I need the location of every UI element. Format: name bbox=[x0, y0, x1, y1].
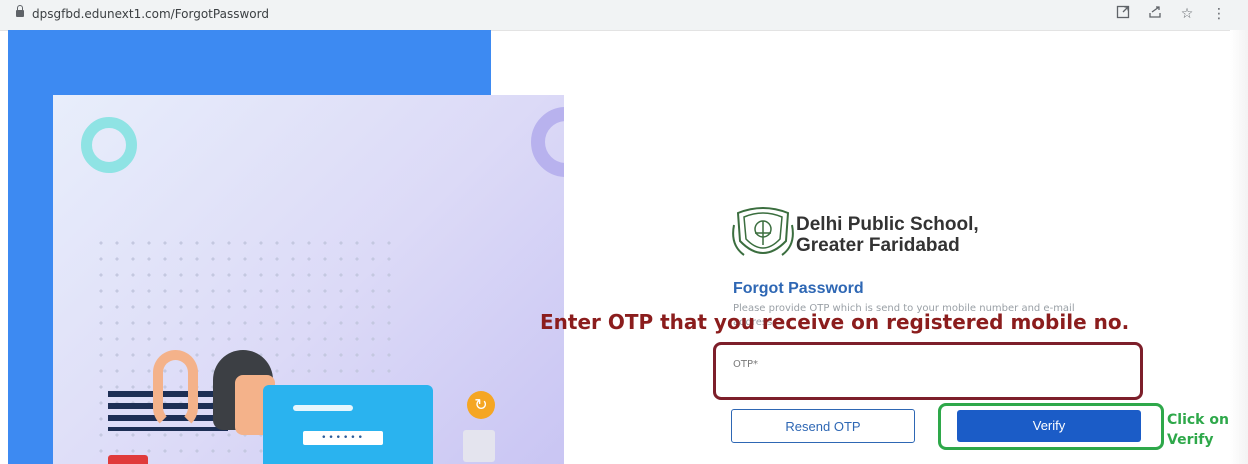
verify-button[interactable]: Verify bbox=[957, 410, 1141, 442]
purple-ring-decoration bbox=[531, 107, 564, 177]
password-mask: •••••• bbox=[303, 431, 383, 445]
page-edge-shadow bbox=[1230, 30, 1248, 464]
laptop-illustration: •••••• bbox=[263, 385, 433, 464]
more-menu-icon[interactable]: ⋮ bbox=[1210, 5, 1228, 23]
school-name: Delhi Public School, Greater Faridabad bbox=[796, 214, 979, 256]
url-text[interactable]: dpsgfbd.edunext1.com/ForgotPassword bbox=[32, 7, 269, 21]
verify-annotation-line2: Verify bbox=[1167, 432, 1214, 448]
school-logo bbox=[730, 205, 796, 265]
school-name-line2: Greater Faridabad bbox=[796, 235, 960, 256]
lock-icon[interactable] bbox=[16, 5, 24, 17]
person-arm-illustration bbox=[153, 350, 198, 430]
verify-annotation-line1: Click on bbox=[1167, 412, 1229, 428]
otp-instruction-annotation: Enter OTP that you receive on registered… bbox=[540, 310, 1130, 334]
lock-box-decoration bbox=[463, 430, 495, 462]
refresh-icon: ↻ bbox=[467, 391, 495, 419]
red-decoration bbox=[108, 455, 148, 464]
school-name-line1: Delhi Public School, bbox=[796, 214, 979, 235]
external-link-icon[interactable] bbox=[1114, 5, 1132, 23]
otp-input[interactable] bbox=[720, 348, 1138, 394]
verify-annotation: Click on Verify bbox=[1167, 410, 1237, 450]
star-icon[interactable]: ☆ bbox=[1178, 5, 1196, 23]
address-bar-actions: ☆ ⋮ bbox=[1114, 5, 1228, 25]
login-illustration: •••••• ↻ bbox=[53, 95, 564, 464]
teal-ring-decoration bbox=[81, 117, 137, 173]
page-title: Forgot Password bbox=[733, 280, 864, 297]
share-icon[interactable] bbox=[1146, 5, 1164, 23]
resend-otp-button[interactable]: Resend OTP bbox=[731, 409, 915, 443]
browser-address-bar: dpsgfbd.edunext1.com/ForgotPassword ☆ ⋮ bbox=[0, 0, 1248, 31]
